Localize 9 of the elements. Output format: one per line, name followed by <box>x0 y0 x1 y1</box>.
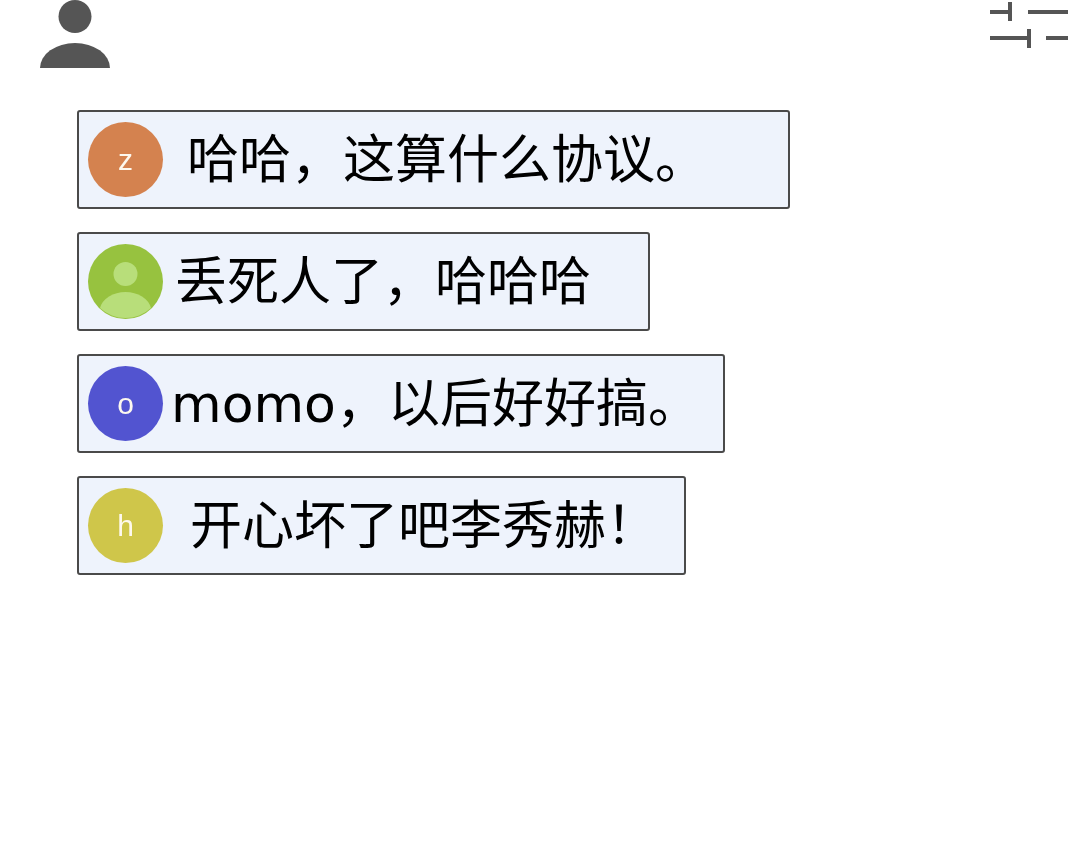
comment-text: momo，以后好好搞。 <box>171 377 700 430</box>
comment-text: 丢死人了，哈哈哈 <box>175 255 591 308</box>
letter-avatar: h <box>88 488 163 563</box>
settings-sliders-icon[interactable] <box>990 2 1068 48</box>
comment-text: 开心坏了吧李秀赫！ <box>190 499 658 552</box>
comment-text: 哈哈，这算什么协议。 <box>187 133 707 186</box>
letter-avatar: z <box>88 122 163 197</box>
user-icon[interactable] <box>40 0 110 68</box>
letter-avatar: o <box>88 366 163 441</box>
